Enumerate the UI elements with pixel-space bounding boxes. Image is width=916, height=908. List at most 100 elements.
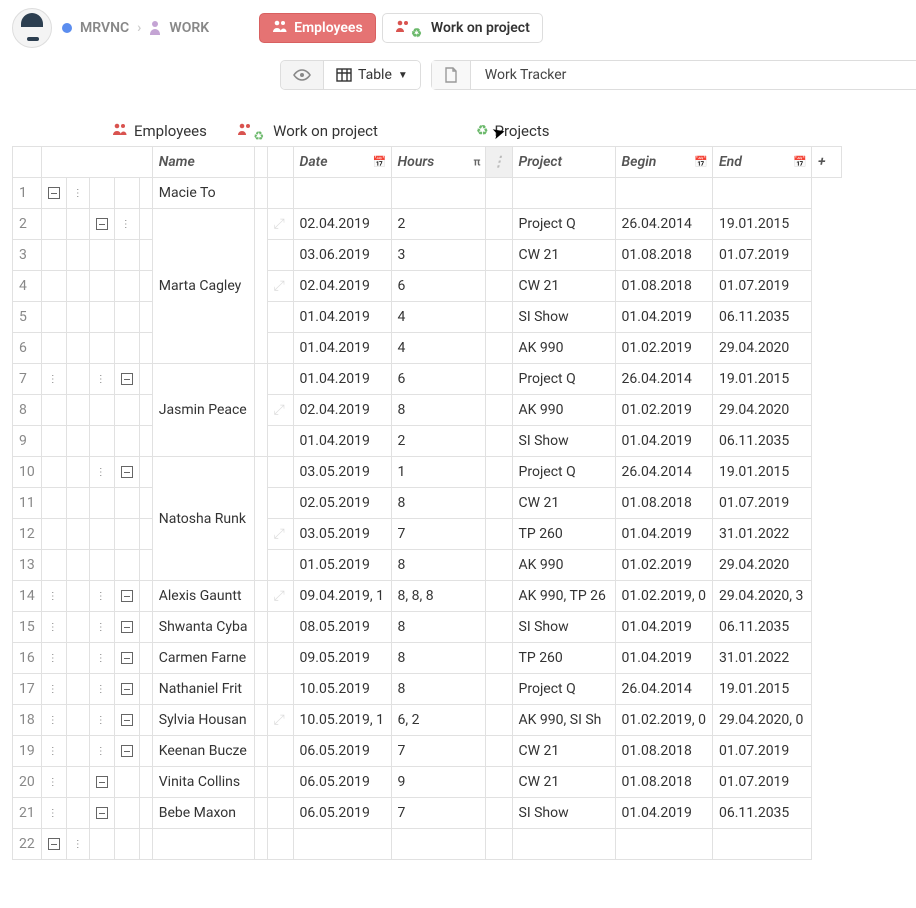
cell-date[interactable]: 06.05.2019 [293,736,391,767]
expand-glyph[interactable]: ⤢ [267,705,293,736]
row-menu[interactable]: ⋮ [89,643,114,674]
col-sep[interactable]: ⋮ [485,147,512,178]
cell-project[interactable]: CW 21 [512,488,615,519]
cell-project[interactable]: AK 990 [512,550,615,581]
cell-begin[interactable]: 01.04.2019 [615,519,712,550]
collapse-toggle[interactable] [41,829,66,860]
cell-end[interactable]: 01.07.2019 [712,488,811,519]
collapse-toggle[interactable] [89,767,114,798]
collapse-toggle[interactable] [114,581,139,612]
cell-project[interactable]: AK 990, SI Sh [512,705,615,736]
cell-date[interactable] [293,829,391,860]
cell-end[interactable]: 31.01.2022 [712,643,811,674]
cell-date[interactable]: 03.06.2019 [293,240,391,271]
expand-glyph[interactable]: ⤢ [267,519,293,550]
cell-hours[interactable]: 7 [391,798,485,829]
cell-name[interactable]: Shwanta Cyba [152,612,254,643]
row-menu[interactable]: ⋮ [89,736,114,767]
table-tab-projects[interactable]: ♻ ➤ Projects [468,118,558,144]
collapse-toggle[interactable] [114,457,139,488]
breadcrumb-section[interactable]: WORK [169,20,209,36]
cell-hours[interactable]: 7 [391,736,485,767]
cell-name[interactable]: Sylvia Housan [152,705,254,736]
cell-date[interactable]: 09.04.2019, 1 [293,581,391,612]
row-menu[interactable]: ⋮ [41,736,66,767]
cell-end[interactable]: 19.01.2015 [712,209,811,240]
cell-begin[interactable]: 01.02.2019 [615,550,712,581]
cell-project[interactable] [512,178,615,209]
cell-project[interactable]: AK 990 [512,395,615,426]
row-menu[interactable]: ⋮ [41,643,66,674]
cell-date[interactable]: 10.05.2019, 1 [293,705,391,736]
cell-date[interactable]: 02.04.2019 [293,271,391,302]
cell-end[interactable]: 01.07.2019 [712,736,811,767]
cell-name[interactable]: Jasmin Peace [152,364,254,457]
cell-end[interactable]: 01.07.2019 [712,240,811,271]
cell-begin[interactable]: 01.02.2019, 0 [615,705,712,736]
cell-begin[interactable]: 26.04.2014 [615,457,712,488]
cell-hours[interactable]: 6 [391,271,485,302]
breadcrumb-org[interactable]: MRVNC [80,20,129,36]
cell-begin[interactable]: 01.08.2018 [615,271,712,302]
row-menu[interactable]: ⋮ [41,581,66,612]
cell-project[interactable]: SI Show [512,798,615,829]
cell-end[interactable]: 29.04.2020, 0 [712,705,811,736]
cell-begin[interactable]: 01.08.2018 [615,736,712,767]
cell-begin[interactable]: 01.04.2019 [615,302,712,333]
cell-name[interactable]: Vinita Collins [152,767,254,798]
cell-project[interactable]: TP 260 [512,519,615,550]
cell-end[interactable]: 29.04.2020 [712,550,811,581]
cell-begin[interactable]: 01.04.2019 [615,798,712,829]
cell-date[interactable]: 02.05.2019 [293,488,391,519]
cell-project[interactable]: Project Q [512,457,615,488]
cell-project[interactable]: SI Show [512,612,615,643]
cell-hours[interactable]: 8, 8, 8 [391,581,485,612]
cell-date[interactable]: 01.04.2019 [293,426,391,457]
cell-hours[interactable]: 8 [391,612,485,643]
cell-hours[interactable]: 4 [391,333,485,364]
cell-end[interactable]: 19.01.2015 [712,457,811,488]
cell-end[interactable]: 29.04.2020 [712,395,811,426]
cell-begin[interactable]: 26.04.2014 [615,209,712,240]
cell-name[interactable]: Alexis Gauntt [152,581,254,612]
collapse-toggle[interactable] [114,643,139,674]
cell-begin[interactable]: 26.04.2014 [615,364,712,395]
cell-begin[interactable]: 01.08.2018 [615,240,712,271]
col-date[interactable]: Date📅 [293,147,391,178]
cell-project[interactable]: CW 21 [512,240,615,271]
cell-project[interactable]: Project Q [512,364,615,395]
avatar[interactable] [12,8,52,48]
cell-hours[interactable]: 2 [391,426,485,457]
cell-project[interactable]: CW 21 [512,767,615,798]
cell-begin[interactable]: 01.02.2019, 0 [615,581,712,612]
cell-name[interactable]: Macie To [152,178,254,209]
cell-end[interactable]: 19.01.2015 [712,674,811,705]
cell-begin[interactable]: 01.02.2019 [615,395,712,426]
add-column-button[interactable]: + [811,147,841,178]
cell-hours[interactable]: 6, 2 [391,705,485,736]
cell-project[interactable]: AK 990, TP 26 [512,581,615,612]
expand-glyph[interactable]: ⤢ [267,581,293,612]
col-name[interactable]: Name [152,147,254,178]
cell-project[interactable]: Project Q [512,209,615,240]
cell-date[interactable]: 02.04.2019 [293,209,391,240]
cell-project[interactable]: SI Show [512,302,615,333]
cell-end[interactable]: 06.11.2035 [712,302,811,333]
doc-title[interactable]: Work Tracker [471,61,581,89]
col-name-handle[interactable] [254,147,267,178]
collapse-toggle[interactable] [114,736,139,767]
cell-hours[interactable]: 9 [391,767,485,798]
cell-end[interactable] [712,829,811,860]
cell-date[interactable]: 03.05.2019 [293,457,391,488]
cell-begin[interactable]: 01.08.2018 [615,488,712,519]
cell-begin[interactable]: 01.08.2018 [615,767,712,798]
cell-project[interactable]: Project Q [512,674,615,705]
col-project[interactable]: Project [512,147,615,178]
row-menu[interactable]: ⋮ [89,457,114,488]
collapse-toggle[interactable] [114,705,139,736]
collapse-toggle[interactable] [114,674,139,705]
row-menu[interactable]: ⋮ [41,767,66,798]
cell-end[interactable]: 06.11.2035 [712,612,811,643]
collapse-toggle[interactable] [89,209,114,240]
cell-date[interactable]: 08.05.2019 [293,612,391,643]
